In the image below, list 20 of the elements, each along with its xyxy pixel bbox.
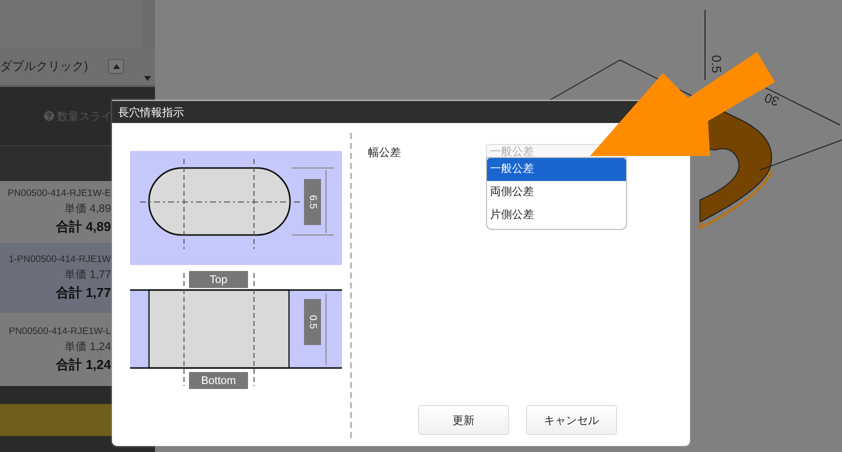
dialog-button[interactable]: キャンセル (526, 405, 617, 435)
field-label: 幅公差 (368, 146, 402, 160)
unit-price: 単価 4,89 (64, 202, 111, 216)
dialog-button[interactable]: 更新 (418, 405, 509, 435)
part-number: PN00500-414-RJE1W-L (8, 326, 111, 336)
dropdown-option[interactable]: 一般公差 (487, 158, 626, 181)
triangle-up-icon (112, 64, 120, 69)
total-price: 合計 4,89 (56, 218, 111, 236)
unit-price: 単価 1,24 (64, 340, 111, 354)
caret-down-icon[interactable] (144, 76, 151, 81)
part-number: PN00500-414-RJE1W-E (8, 188, 111, 199)
collapse-button[interactable] (108, 59, 124, 74)
slot-diagram-drawing: 6.5 0.5 Top Bottom (130, 149, 343, 391)
total-price: 合計 1,77 (56, 284, 111, 302)
hint-text: ダブルクリック) (0, 58, 89, 75)
unit-price: 単価 1,77 (64, 268, 111, 282)
dialog-title: 長穴情報指示 (118, 106, 184, 120)
part-number: 1-PN00500-414-RJE1W (8, 254, 111, 265)
help-icon (44, 111, 54, 121)
total-price: 合計 1,24 (56, 356, 111, 374)
